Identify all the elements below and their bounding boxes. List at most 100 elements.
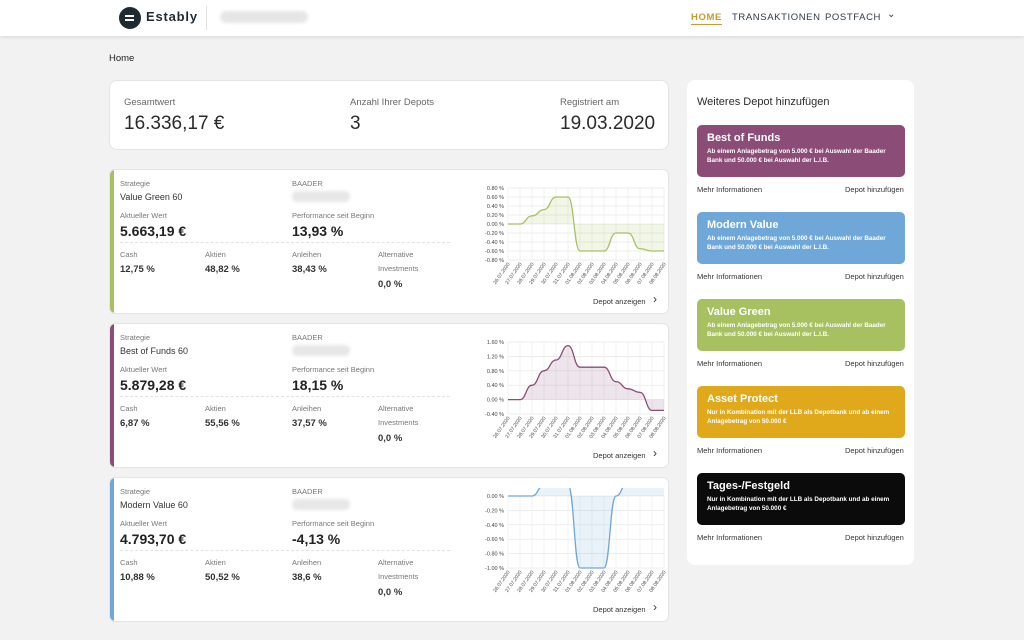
performance-chart: 0.80 % 0.60 % 0.40 % 0.20 % 0.00 % -0.20 % -0.… (485, 186, 666, 286)
divider (120, 396, 450, 397)
performance-chart: 0.00 % -0.20 % -0.40 % -0.60 % -0.80 % -1.00 … (485, 488, 666, 594)
performance-area (508, 488, 664, 568)
estably-logo-icon[interactable] (119, 7, 141, 29)
summary-card: Gesamtwert 16.336,17 € Anzahl Ihrer Depo… (109, 80, 669, 150)
investments-label: Investments (378, 572, 419, 581)
performance-value: -4,13 % (292, 531, 341, 547)
depot-card[interactable]: Strategie Value Green 60 BAADER Aktuelle… (109, 169, 669, 314)
breadcrumb: Home (109, 53, 135, 64)
more-info-link[interactable]: Mehr Informationen (697, 446, 762, 455)
y-tick-label: 0.00 % (487, 222, 504, 228)
stocks-label: Aktien (205, 250, 226, 259)
y-tick-label: 0.80 % (487, 186, 504, 192)
y-tick-label: 0.00 % (487, 398, 504, 404)
y-tick-label: -0.40 % (485, 412, 504, 418)
blurred-depot-number (292, 345, 350, 356)
product-description: Ab einem Anlagebetrag von 5.000 € bei Au… (707, 235, 886, 251)
show-depot-link[interactable]: Depot anzeigen (593, 605, 646, 614)
stocks-value: 55,56 % (205, 418, 240, 429)
alternative-value: 0,0 % (378, 587, 403, 598)
product-card[interactable]: Modern Value Ab einem Anlagebetrag von 5… (697, 212, 905, 264)
performance-label: Performance seit Beginn (292, 211, 375, 220)
brand-name[interactable]: Estably (146, 9, 198, 24)
current-value-label: Aktueller Wert (120, 211, 167, 220)
stocks-label: Aktien (205, 558, 226, 567)
divider (120, 242, 450, 243)
more-info-link[interactable]: Mehr Informationen (697, 272, 762, 281)
strategy-name: Value Green 60 (120, 192, 183, 202)
current-value-label: Aktueller Wert (120, 365, 167, 374)
top-navigation-bar: Estably HOME TRANSAKTIONEN POSTFACH ⌄ (0, 0, 1024, 36)
more-info-link[interactable]: Mehr Informationen (697, 185, 762, 194)
product-card[interactable]: Tages-/Festgeld Nur in Kombination mit d… (697, 473, 905, 525)
depot-accent-bar (110, 478, 114, 621)
chevron-right-icon[interactable]: › (653, 600, 657, 614)
cash-label: Cash (120, 558, 138, 567)
registered-date: 19.03.2020 (560, 113, 656, 134)
product-title: Asset Protect (707, 393, 778, 405)
stocks-label: Aktien (205, 404, 226, 413)
product-title: Best of Funds (707, 132, 781, 144)
strategy-label: Strategie (120, 333, 151, 342)
investments-label: Investments (378, 418, 419, 427)
product-card[interactable]: Best of Funds Ab einem Anlagebetrag von … (697, 125, 905, 177)
chevron-right-icon[interactable]: › (653, 446, 657, 460)
bank-label: BAADER (292, 333, 323, 342)
product-description: Nur in Kombination mit der LLB als Depot… (707, 409, 890, 425)
alternative-value: 0,0 % (378, 279, 403, 290)
nav-postfach[interactable]: POSTFACH (825, 12, 881, 23)
product-description: Nur in Kombination mit der LLB als Depot… (707, 496, 890, 512)
y-tick-label: -0.40 % (485, 240, 504, 246)
cash-value: 6,87 % (120, 418, 150, 429)
depot-card[interactable]: Strategie Modern Value 60 BAADER Aktuell… (109, 477, 669, 622)
y-tick-label: -0.80 % (485, 258, 504, 264)
show-depot-link[interactable]: Depot anzeigen (593, 451, 646, 460)
show-depot-link[interactable]: Depot anzeigen (593, 297, 646, 306)
current-value: 5.879,28 € (120, 377, 187, 393)
depot-count-label: Anzahl Ihrer Depots (350, 97, 434, 108)
y-tick-label: -0.60 % (485, 537, 504, 543)
bonds-label: Anleihen (292, 558, 322, 567)
blurred-user-name (220, 11, 308, 23)
bank-label: BAADER (292, 179, 323, 188)
y-tick-label: 0.40 % (487, 383, 504, 389)
nav-home[interactable]: HOME (691, 12, 722, 25)
chevron-down-icon[interactable]: ⌄ (887, 9, 895, 20)
more-info-link[interactable]: Mehr Informationen (697, 359, 762, 368)
product-card[interactable]: Value Green Ab einem Anlagebetrag von 5.… (697, 299, 905, 351)
nav-transaktionen[interactable]: TRANSAKTIONEN (732, 12, 821, 23)
bonds-value: 37,57 % (292, 418, 327, 429)
product-description: Ab einem Anlagebetrag von 5.000 € bei Au… (707, 148, 886, 164)
product-title: Modern Value (707, 219, 779, 231)
strategy-name: Best of Funds 60 (120, 346, 189, 356)
add-depot-link[interactable]: Depot hinzufügen (845, 272, 904, 281)
current-value: 5.663,19 € (120, 223, 187, 239)
cash-value: 12,75 % (120, 264, 155, 275)
add-depot-panel: Weiteres Depot hinzufügen Best of Funds … (687, 80, 914, 565)
add-depot-link[interactable]: Depot hinzufügen (845, 446, 904, 455)
y-tick-label: 1.20 % (487, 354, 504, 360)
more-info-link[interactable]: Mehr Informationen (697, 533, 762, 542)
add-depot-link[interactable]: Depot hinzufügen (845, 185, 904, 194)
add-depot-link[interactable]: Depot hinzufügen (845, 359, 904, 368)
y-tick-label: -0.20 % (485, 508, 504, 514)
blurred-depot-number (292, 499, 350, 510)
performance-value: 18,15 % (292, 377, 344, 393)
total-value-label: Gesamtwert (124, 97, 176, 108)
strategy-name: Modern Value 60 (120, 500, 188, 510)
bonds-value: 38,43 % (292, 264, 327, 275)
strategy-label: Strategie (120, 179, 151, 188)
depot-accent-bar (110, 170, 114, 313)
product-card[interactable]: Asset Protect Nur in Kombination mit der… (697, 386, 905, 438)
y-tick-label: 0.40 % (487, 204, 504, 210)
chevron-right-icon[interactable]: › (653, 292, 657, 306)
product-title: Tages-/Festgeld (707, 480, 790, 492)
strategy-label: Strategie (120, 487, 151, 496)
add-depot-link[interactable]: Depot hinzufügen (845, 533, 904, 542)
alternative-value: 0,0 % (378, 433, 403, 444)
depot-card[interactable]: Strategie Best of Funds 60 BAADER Aktuel… (109, 323, 669, 468)
performance-chart: 1.60 %1.20 %0.80 %0.40 %0.00 %-0.40 %26.… (485, 340, 666, 440)
cash-label: Cash (120, 404, 138, 413)
stocks-value: 50,52 % (205, 572, 240, 583)
y-tick-label: -0.40 % (485, 523, 504, 529)
